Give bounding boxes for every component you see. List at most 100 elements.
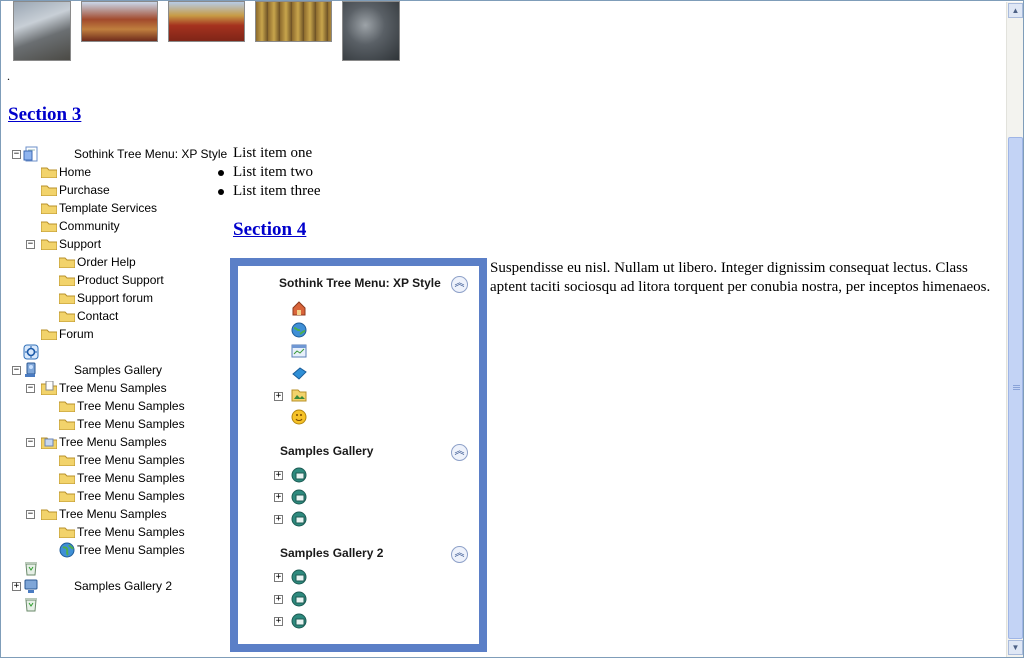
home-icon[interactable] [291,300,307,316]
tree-item-label: Tree Menu Samples [77,399,185,413]
list-item: List item three [218,182,321,201]
mail-globe-icon[interactable] [291,613,307,629]
thumbnail-great-wall[interactable] [13,1,71,61]
thumbnail-golden-doors[interactable] [255,1,332,42]
folder-icon [59,454,75,466]
expand-toggle[interactable]: + [274,515,283,524]
tree-item-label: Order Help [77,255,136,269]
list-item: List item two [218,163,320,182]
tree-root-label: Sothink Tree Menu: XP Style [74,147,228,161]
folder-icon [41,202,57,214]
tree-item-label: Tree Menu Samples [77,453,185,467]
list-item-text: List item three [233,183,321,199]
section-4-link[interactable]: Section 4 [233,219,306,241]
folder-icon [41,238,57,250]
recycle-icon [23,560,39,576]
tree-item-label: Tree Menu Samples [77,489,185,503]
thumbnail-stone-carving[interactable] [342,1,400,61]
collapse-toggle[interactable]: − [26,438,35,447]
grip-line [1013,385,1020,386]
panel-group-title[interactable]: Sothink Tree Menu: XP Style [279,276,441,290]
computer-icon [23,362,39,378]
tree-item-label: Home [59,165,92,179]
folder-doc-icon [41,381,57,395]
tree-root-xp-style[interactable]: − Sothink Tree Menu: XP Style [9,145,231,163]
folder-icon [41,328,57,340]
scroll-down-button[interactable]: ▼ [1008,640,1023,655]
settings-icon[interactable] [23,344,39,360]
mail-globe-icon[interactable] [291,569,307,585]
expand-toggle[interactable]: + [274,471,283,480]
stray-dot: . [7,69,10,83]
folder-icon [59,472,75,484]
collapse-group-button[interactable]: ︽ [451,276,468,293]
folder-icon [41,166,57,178]
expand-toggle[interactable]: + [274,493,283,502]
tree-root-samples-gallery-2[interactable]: + Samples Gallery 2 [9,577,231,595]
folder-icon [41,220,57,232]
collapse-toggle[interactable]: − [12,366,21,375]
collapse-toggle[interactable]: − [12,150,21,159]
folder-icon [59,490,75,502]
list-item-text: List item two [233,164,313,180]
tree-root-label: Samples Gallery [74,363,163,377]
tree-item-label: Community [59,219,120,233]
scroll-up-button[interactable]: ▲ [1008,3,1023,18]
tree-root-samples-gallery[interactable]: − Samples Gallery [9,361,231,379]
tree-item-label: Support [59,237,102,251]
page-icon [23,146,39,162]
bullet-icon [218,170,224,176]
scroll-thumb[interactable] [1008,137,1023,639]
body-paragraph: Suspendisse eu nisl. Nullam ut libero. I… [490,260,991,295]
list-item-text: List item one [233,145,313,161]
window-icon[interactable] [291,343,307,359]
mail-globe-icon[interactable] [291,467,307,483]
folder-icon [59,256,75,268]
picture-folder-icon[interactable] [291,387,307,403]
tree-item-label: Contact [77,309,119,323]
folder-icon [59,310,75,322]
folder-icon [59,418,75,430]
tree-item-label: Tree Menu Samples [77,525,185,539]
recycle-icon [23,596,39,612]
vertical-scrollbar[interactable]: ▲ ▼ [1006,2,1023,657]
panel-body: Sothink Tree Menu: XP Style ︽ + Samples … [238,266,479,644]
folder-icon [59,526,75,538]
collapse-group-button[interactable]: ︽ [451,546,468,563]
panel-group-title[interactable]: Samples Gallery 2 [280,546,383,560]
tree-item-label: Template Services [59,201,158,215]
expand-toggle[interactable]: + [274,595,283,604]
computer-icon [23,578,39,594]
page-frame: . Section 3 − Sothink Tree Menu: XP Styl… [0,0,1024,658]
xp-style-panel: Sothink Tree Menu: XP Style ︽ + Samples … [230,258,487,652]
collapse-toggle[interactable]: − [26,240,35,249]
folder-doc-icon [41,435,57,449]
grip-line [1013,389,1020,390]
smiley-icon[interactable] [291,409,307,425]
tree-root-label: Samples Gallery 2 [74,579,173,593]
tree-item-label: Tree Menu Samples [77,417,185,431]
mail-globe-icon[interactable] [291,511,307,527]
tree-item-label: Tree Menu Samples [59,435,167,449]
panel-group-title[interactable]: Samples Gallery [280,444,373,458]
expand-toggle[interactable]: + [274,573,283,582]
thumbnail-red-palace[interactable] [168,1,245,42]
mail-globe-icon[interactable] [291,591,307,607]
expand-toggle[interactable]: + [274,617,283,626]
collapse-toggle[interactable]: − [26,384,35,393]
content-list: List item one List item two List item th… [218,144,321,201]
section-3-link[interactable]: Section 3 [8,104,81,126]
tree-item-label: Purchase [59,183,110,197]
thumbnail-temple-roof[interactable] [81,1,158,42]
globe-icon[interactable] [291,322,307,338]
expand-toggle[interactable]: + [274,392,283,401]
bullet-icon [218,189,224,195]
expand-toggle[interactable]: + [12,582,21,591]
mail-globe-icon[interactable] [291,489,307,505]
folder-icon [59,292,75,304]
folder-icon [59,274,75,286]
tree-item-label: Tree Menu Samples [59,381,167,395]
collapse-toggle[interactable]: − [26,510,35,519]
card-icon[interactable] [291,365,307,381]
collapse-group-button[interactable]: ︽ [451,444,468,461]
